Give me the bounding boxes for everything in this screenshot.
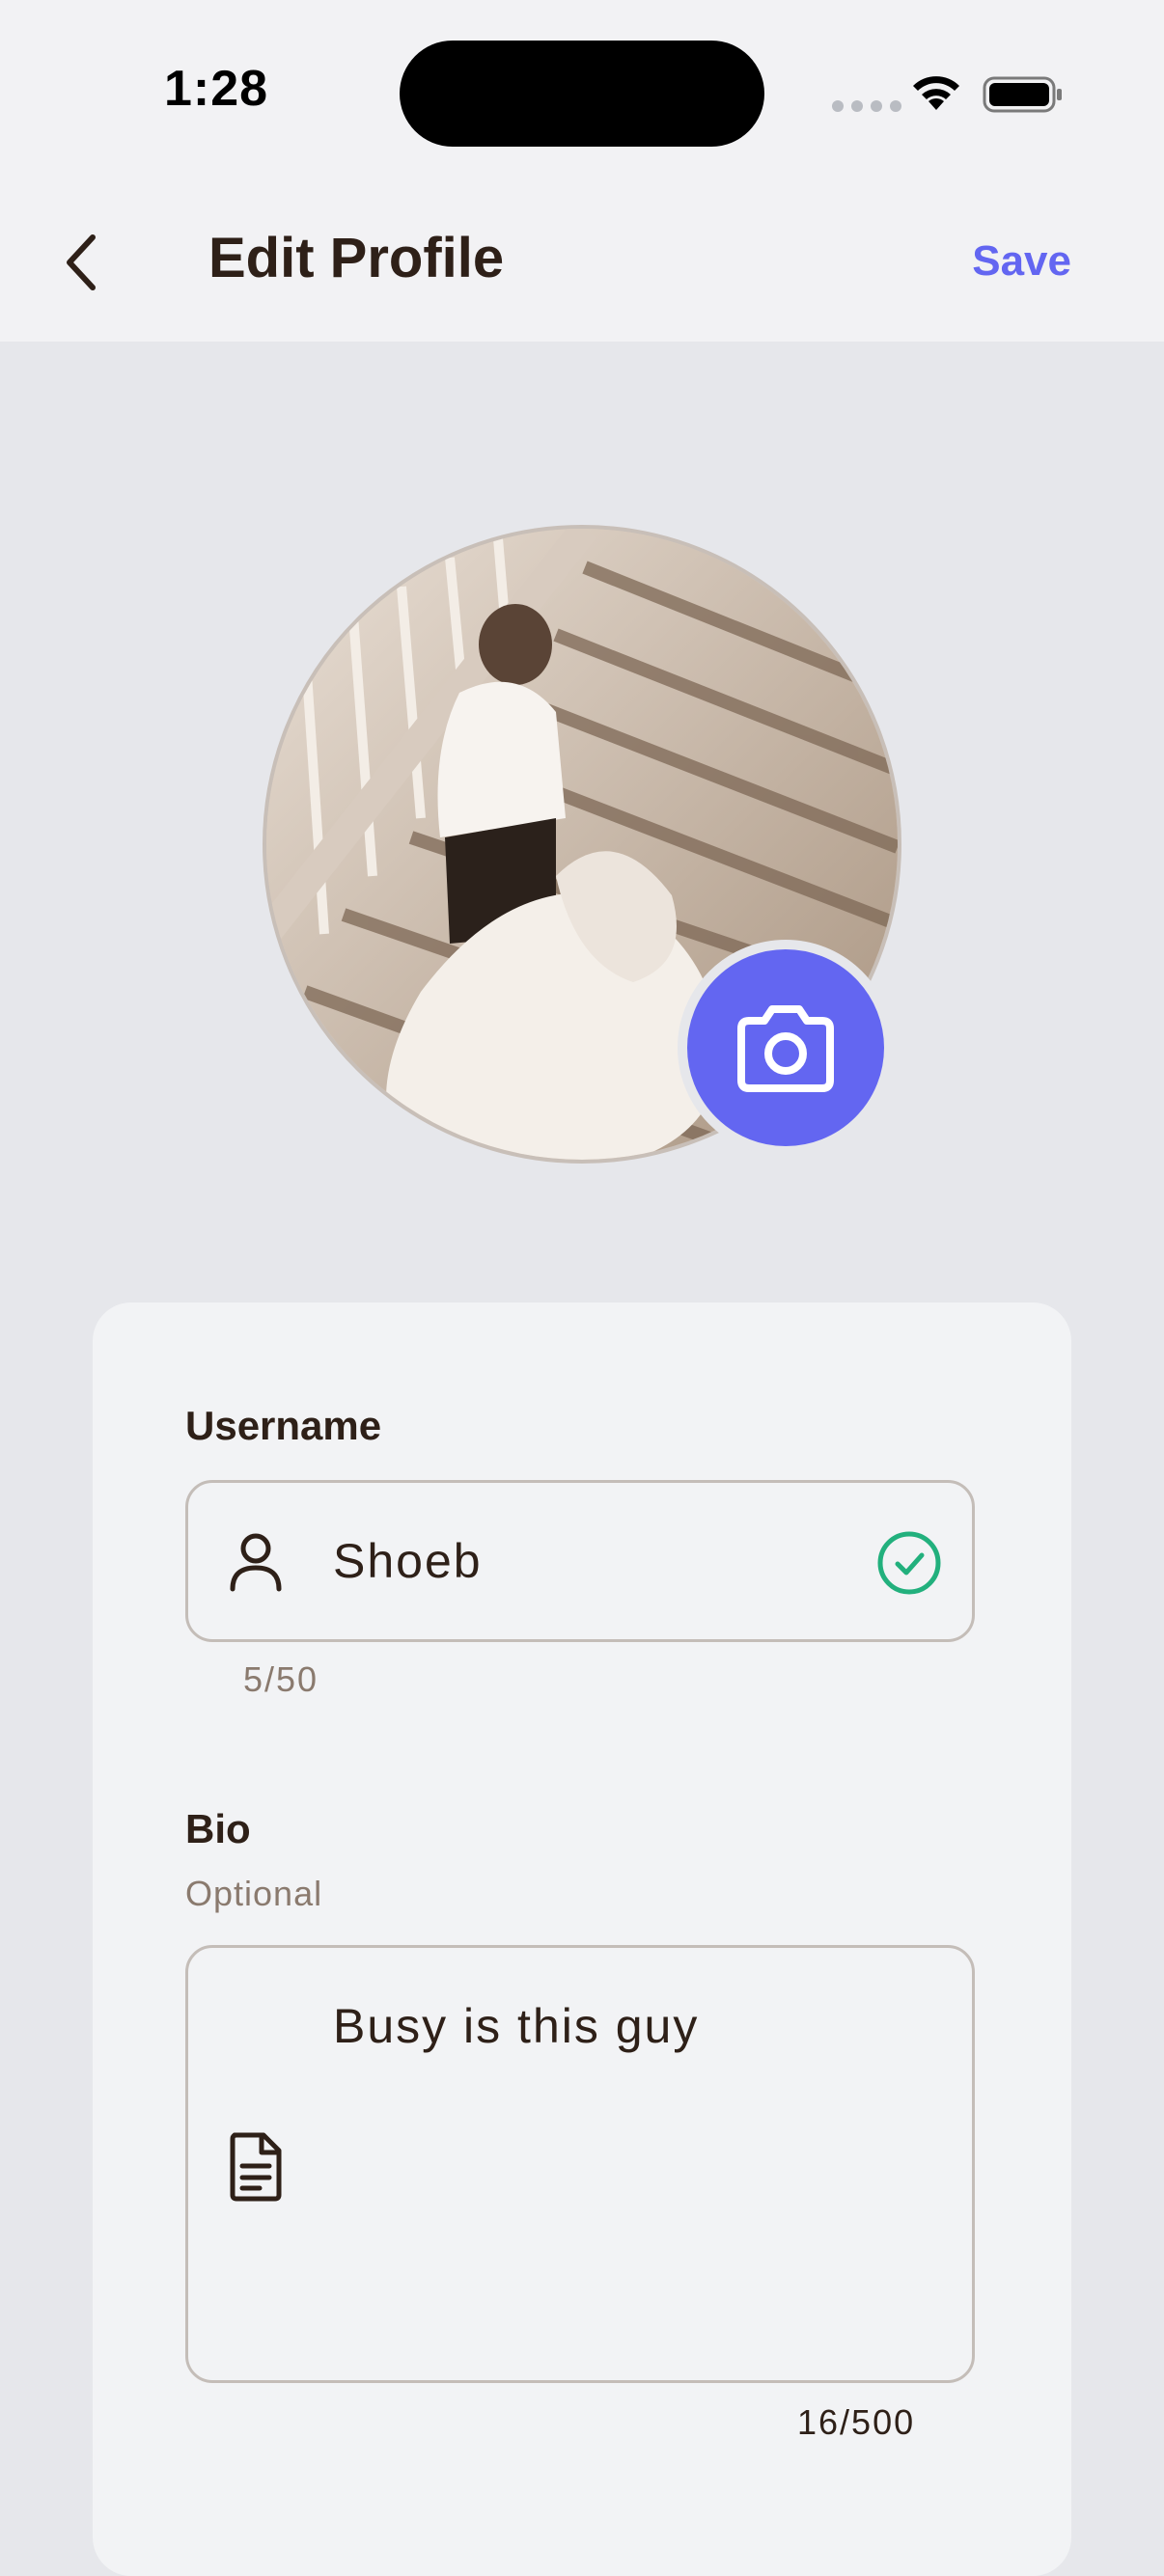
check-circle-icon bbox=[877, 1531, 941, 1595]
profile-form: Username Shoeb 5/50 Bio Optional Busy is… bbox=[93, 1302, 1071, 2576]
cellular-signal-icon bbox=[832, 100, 901, 112]
status-bar: 1:28 bbox=[0, 0, 1164, 183]
username-value: Shoeb bbox=[333, 1534, 483, 1588]
username-counter: 5/50 bbox=[243, 1659, 319, 1699]
wifi-icon bbox=[913, 76, 959, 110]
chevron-left-icon bbox=[67, 234, 96, 290]
dynamic-island bbox=[400, 41, 764, 147]
save-button[interactable]: Save bbox=[972, 237, 1071, 286]
camera-icon bbox=[737, 1005, 834, 1092]
username-label: Username bbox=[185, 1403, 382, 1448]
username-field[interactable]: Shoeb bbox=[185, 1480, 975, 1642]
user-icon bbox=[230, 1533, 282, 1592]
bio-label: Bio bbox=[185, 1806, 251, 1851]
status-time: 1:28 bbox=[164, 61, 269, 117]
header-bar: Edit Profile Save bbox=[0, 183, 1164, 342]
bio-optional-hint: Optional bbox=[185, 1874, 323, 1913]
document-icon bbox=[230, 2132, 282, 2202]
back-button[interactable] bbox=[50, 224, 112, 301]
bio-value: Busy is this guy bbox=[333, 1999, 700, 2053]
bio-field[interactable]: Busy is this guy bbox=[185, 1945, 975, 2383]
page-title: Edit Profile bbox=[208, 227, 505, 289]
bio-counter: 16/500 bbox=[797, 2402, 916, 2442]
avatar-section bbox=[263, 525, 901, 1164]
change-photo-button[interactable] bbox=[678, 940, 894, 1156]
battery-icon bbox=[983, 76, 1062, 113]
